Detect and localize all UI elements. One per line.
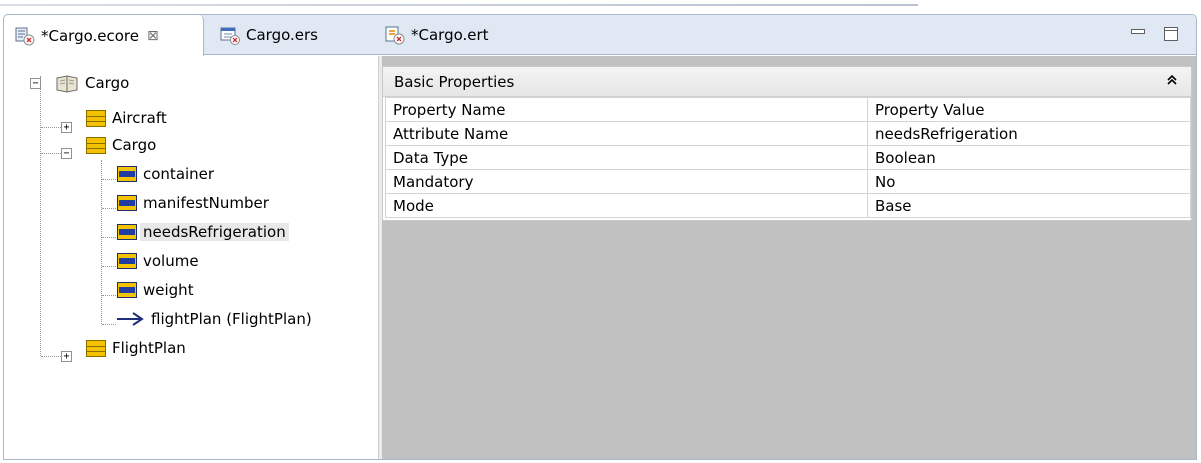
tree-node-label: Cargo xyxy=(85,74,130,92)
ers-file-icon xyxy=(219,24,241,46)
tree-node-aircraft[interactable]: Aircraft xyxy=(86,106,167,130)
section-header[interactable]: Basic Properties xyxy=(383,67,1191,97)
close-tab-icon[interactable]: ⊠ xyxy=(147,28,159,44)
epackage-icon xyxy=(55,73,79,93)
table-header-row: Property Name Property Value xyxy=(385,97,1191,122)
tree-connector xyxy=(41,356,61,357)
maximize-button[interactable] xyxy=(1164,27,1178,41)
tree-node-label: flightPlan (FlightPlan) xyxy=(151,310,312,328)
column-header: Property Name xyxy=(385,97,868,122)
eattribute-icon xyxy=(117,195,137,211)
tree-connector xyxy=(102,295,116,296)
expand-toggle[interactable]: + xyxy=(61,122,72,133)
tree-node-container[interactable]: container xyxy=(117,162,214,186)
eclass-icon xyxy=(86,136,106,154)
tree-connector xyxy=(102,324,116,325)
ereference-arrow-icon xyxy=(117,311,145,327)
editor-area: *Cargo.ecore ⊠ Cargo.ers *Cargo.ert − Ca… xyxy=(3,14,1197,460)
tree-connector xyxy=(102,208,116,209)
tree-node-cargo[interactable]: Cargo xyxy=(86,133,156,157)
eattribute-icon xyxy=(117,253,137,269)
tree-node-label: container xyxy=(143,165,215,183)
ecore-model-icon xyxy=(14,25,36,47)
table-row[interactable]: Data Type Boolean xyxy=(385,145,1191,170)
basic-properties-section: Basic Properties Property Name Property … xyxy=(382,66,1192,221)
column-header: Property Value xyxy=(867,97,1191,122)
tab-cargo-ers[interactable]: Cargo.ers xyxy=(209,15,369,55)
section-title: Basic Properties xyxy=(394,72,515,91)
eattribute-icon xyxy=(117,282,137,298)
tree-connector xyxy=(40,76,41,356)
tab-label: *Cargo.ert xyxy=(411,26,489,44)
eattribute-icon xyxy=(117,166,137,182)
property-value-cell[interactable]: Base xyxy=(867,193,1191,218)
editor-tab-bar: *Cargo.ecore ⊠ Cargo.ers *Cargo.ert xyxy=(4,15,1196,56)
properties-pane: Basic Properties Property Name Property … xyxy=(382,56,1196,459)
tree-node-label: manifestNumber xyxy=(143,194,269,212)
tree-connector xyxy=(41,153,61,154)
expand-toggle[interactable]: + xyxy=(61,351,72,362)
table-row[interactable]: Mode Base xyxy=(385,193,1191,218)
tree-node-volume[interactable]: volume xyxy=(117,249,199,273)
collapse-section-icon[interactable] xyxy=(1164,73,1180,89)
eclass-icon xyxy=(86,339,106,357)
tab-cargo-ecore[interactable]: *Cargo.ecore ⊠ xyxy=(4,15,204,56)
table-row[interactable]: Attribute Name needsRefrigeration xyxy=(385,121,1191,146)
property-value-cell[interactable]: Boolean xyxy=(867,145,1191,170)
table-row[interactable]: Mandatory No xyxy=(385,169,1191,194)
property-value-cell[interactable]: needsRefrigeration xyxy=(867,121,1191,146)
tree-node-label: volume xyxy=(143,252,199,270)
tab-cargo-ert[interactable]: *Cargo.ert xyxy=(374,15,544,55)
tab-label: *Cargo.ecore xyxy=(41,26,139,45)
tree-node-label: Aircraft xyxy=(112,109,167,127)
collapse-root-toggle[interactable]: − xyxy=(30,78,41,89)
properties-table: Property Name Property Value Attribute N… xyxy=(385,97,1191,218)
tree-node-label: weight xyxy=(143,281,194,299)
tab-label: Cargo.ers xyxy=(246,26,318,44)
property-name-cell: Data Type xyxy=(385,145,868,170)
tree-node-label: Cargo xyxy=(112,136,157,154)
tree-node-flightplan-reference[interactable]: flightPlan (FlightPlan) xyxy=(117,307,312,331)
ert-file-icon xyxy=(384,24,406,46)
minimize-button[interactable] xyxy=(1131,25,1145,41)
tree-connector xyxy=(102,179,116,180)
tree-node-label: FlightPlan xyxy=(112,339,186,357)
eattribute-icon xyxy=(117,224,137,240)
collapse-toggle[interactable]: − xyxy=(61,148,72,159)
tree-node-label: needsRefrigeration xyxy=(140,223,289,241)
tree-node-flightplan[interactable]: FlightPlan xyxy=(86,336,186,360)
tree-connector xyxy=(101,160,102,324)
property-name-cell: Attribute Name xyxy=(385,121,868,146)
tree-connector xyxy=(102,266,116,267)
window-top-edge xyxy=(0,0,1201,8)
tree-connector xyxy=(102,237,116,238)
tree-node-needsrefrigeration[interactable]: needsRefrigeration xyxy=(117,220,289,244)
model-tree[interactable]: − Cargo + Aircraft − Cargo container man… xyxy=(4,56,378,459)
eclass-icon xyxy=(86,109,106,127)
tree-node-weight[interactable]: weight xyxy=(117,278,194,302)
property-value-cell[interactable]: No xyxy=(867,169,1191,194)
tree-node-root[interactable]: Cargo xyxy=(55,71,129,95)
property-name-cell: Mode xyxy=(385,193,868,218)
property-name-cell: Mandatory xyxy=(385,169,868,194)
tree-node-manifestnumber[interactable]: manifestNumber xyxy=(117,191,269,215)
tree-connector xyxy=(41,127,61,128)
